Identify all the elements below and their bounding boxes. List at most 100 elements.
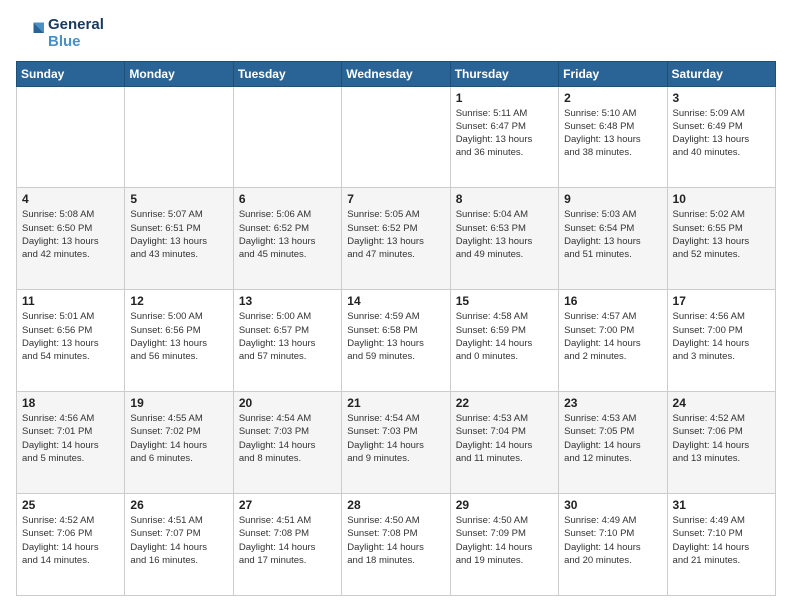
day-detail: Sunrise: 4:50 AM Sunset: 7:09 PM Dayligh… xyxy=(456,514,553,567)
day-number: 16 xyxy=(564,294,661,308)
day-cell-14: 14 Sunrise: 4:59 AM Sunset: 6:58 PM Dayli… xyxy=(342,290,450,392)
day-number: 27 xyxy=(239,498,336,512)
day-detail: Sunrise: 4:52 AM Sunset: 7:06 PM Dayligh… xyxy=(22,514,119,567)
day-detail: Sunrise: 4:56 AM Sunset: 7:00 PM Dayligh… xyxy=(673,310,770,363)
logo-text: General Blue xyxy=(48,16,104,51)
day-detail: Sunrise: 5:05 AM Sunset: 6:52 PM Dayligh… xyxy=(347,208,444,261)
empty-cell xyxy=(233,86,341,188)
day-cell-15: 15 Sunrise: 4:58 AM Sunset: 6:59 PM Dayli… xyxy=(450,290,558,392)
day-number: 7 xyxy=(347,192,444,206)
day-cell-19: 19 Sunrise: 4:55 AM Sunset: 7:02 PM Dayli… xyxy=(125,392,233,494)
day-detail: Sunrise: 4:49 AM Sunset: 7:10 PM Dayligh… xyxy=(564,514,661,567)
logo: General Blue xyxy=(16,16,104,51)
day-cell-28: 28 Sunrise: 4:50 AM Sunset: 7:08 PM Dayli… xyxy=(342,494,450,596)
day-number: 2 xyxy=(564,91,661,105)
day-number: 30 xyxy=(564,498,661,512)
day-number: 21 xyxy=(347,396,444,410)
day-number: 26 xyxy=(130,498,227,512)
day-number: 1 xyxy=(456,91,553,105)
day-detail: Sunrise: 4:52 AM Sunset: 7:06 PM Dayligh… xyxy=(673,412,770,465)
empty-cell xyxy=(342,86,450,188)
day-cell-29: 29 Sunrise: 4:50 AM Sunset: 7:09 PM Dayli… xyxy=(450,494,558,596)
day-detail: Sunrise: 5:07 AM Sunset: 6:51 PM Dayligh… xyxy=(130,208,227,261)
day-detail: Sunrise: 4:54 AM Sunset: 7:03 PM Dayligh… xyxy=(347,412,444,465)
day-number: 22 xyxy=(456,396,553,410)
week-row-5: 25 Sunrise: 4:52 AM Sunset: 7:06 PM Dayli… xyxy=(17,494,776,596)
day-cell-31: 31 Sunrise: 4:49 AM Sunset: 7:10 PM Dayli… xyxy=(667,494,775,596)
day-number: 25 xyxy=(22,498,119,512)
weekday-header-wednesday: Wednesday xyxy=(342,61,450,86)
day-cell-18: 18Sunrise: 4:56 AM Sunset: 7:01 PM Dayli… xyxy=(17,392,125,494)
day-number: 15 xyxy=(456,294,553,308)
day-detail: Sunrise: 5:01 AM Sunset: 6:56 PM Dayligh… xyxy=(22,310,119,363)
day-cell-2: 2Sunrise: 5:10 AM Sunset: 6:48 PM Daylig… xyxy=(559,86,667,188)
header: General Blue xyxy=(16,16,776,51)
day-cell-3: 3 Sunrise: 5:09 AM Sunset: 6:49 PM Daylig… xyxy=(667,86,775,188)
day-cell-6: 6Sunrise: 5:06 AM Sunset: 6:52 PM Daylig… xyxy=(233,188,341,290)
day-number: 9 xyxy=(564,192,661,206)
day-number: 29 xyxy=(456,498,553,512)
day-cell-20: 20 Sunrise: 4:54 AM Sunset: 7:03 PM Dayli… xyxy=(233,392,341,494)
day-number: 6 xyxy=(239,192,336,206)
day-number: 12 xyxy=(130,294,227,308)
day-detail: Sunrise: 4:57 AM Sunset: 7:00 PM Dayligh… xyxy=(564,310,661,363)
day-detail: Sunrise: 5:00 AM Sunset: 6:56 PM Dayligh… xyxy=(130,310,227,363)
day-cell-17: 17 Sunrise: 4:56 AM Sunset: 7:00 PM Dayli… xyxy=(667,290,775,392)
day-number: 28 xyxy=(347,498,444,512)
day-number: 13 xyxy=(239,294,336,308)
weekday-header-friday: Friday xyxy=(559,61,667,86)
day-cell-10: 10 Sunrise: 5:02 AM Sunset: 6:55 PM Dayli… xyxy=(667,188,775,290)
day-cell-1: 1 Sunrise: 5:11 AM Sunset: 6:47 PM Daylig… xyxy=(450,86,558,188)
day-detail: Sunrise: 5:03 AM Sunset: 6:54 PM Dayligh… xyxy=(564,208,661,261)
day-detail: Sunrise: 4:56 AM Sunset: 7:01 PM Dayligh… xyxy=(22,412,119,465)
day-detail: Sunrise: 5:08 AM Sunset: 6:50 PM Dayligh… xyxy=(22,208,119,261)
day-number: 3 xyxy=(673,91,770,105)
day-detail: Sunrise: 4:49 AM Sunset: 7:10 PM Dayligh… xyxy=(673,514,770,567)
day-detail: Sunrise: 5:11 AM Sunset: 6:47 PM Dayligh… xyxy=(456,107,553,160)
day-number: 19 xyxy=(130,396,227,410)
day-cell-21: 21 Sunrise: 4:54 AM Sunset: 7:03 PM Dayli… xyxy=(342,392,450,494)
day-cell-7: 7 Sunrise: 5:05 AM Sunset: 6:52 PM Daylig… xyxy=(342,188,450,290)
day-detail: Sunrise: 4:53 AM Sunset: 7:05 PM Dayligh… xyxy=(564,412,661,465)
week-row-3: 11Sunrise: 5:01 AM Sunset: 6:56 PM Dayli… xyxy=(17,290,776,392)
day-detail: Sunrise: 5:09 AM Sunset: 6:49 PM Dayligh… xyxy=(673,107,770,160)
empty-cell xyxy=(17,86,125,188)
day-detail: Sunrise: 4:50 AM Sunset: 7:08 PM Dayligh… xyxy=(347,514,444,567)
day-detail: Sunrise: 5:02 AM Sunset: 6:55 PM Dayligh… xyxy=(673,208,770,261)
day-detail: Sunrise: 4:58 AM Sunset: 6:59 PM Dayligh… xyxy=(456,310,553,363)
day-number: 31 xyxy=(673,498,770,512)
day-cell-9: 9 Sunrise: 5:03 AM Sunset: 6:54 PM Daylig… xyxy=(559,188,667,290)
weekday-header-saturday: Saturday xyxy=(667,61,775,86)
day-cell-30: 30 Sunrise: 4:49 AM Sunset: 7:10 PM Dayli… xyxy=(559,494,667,596)
day-number: 5 xyxy=(130,192,227,206)
weekday-header-sunday: Sunday xyxy=(17,61,125,86)
day-cell-13: 13Sunrise: 5:00 AM Sunset: 6:57 PM Dayli… xyxy=(233,290,341,392)
day-detail: Sunrise: 4:51 AM Sunset: 7:07 PM Dayligh… xyxy=(130,514,227,567)
day-cell-27: 27 Sunrise: 4:51 AM Sunset: 7:08 PM Dayli… xyxy=(233,494,341,596)
day-cell-16: 16 Sunrise: 4:57 AM Sunset: 7:00 PM Dayli… xyxy=(559,290,667,392)
day-cell-25: 25 Sunrise: 4:52 AM Sunset: 7:06 PM Dayli… xyxy=(17,494,125,596)
weekday-header-row: SundayMondayTuesdayWednesdayThursdayFrid… xyxy=(17,61,776,86)
day-cell-4: 4Sunrise: 5:08 AM Sunset: 6:50 PM Daylig… xyxy=(17,188,125,290)
day-number: 8 xyxy=(456,192,553,206)
day-cell-26: 26 Sunrise: 4:51 AM Sunset: 7:07 PM Dayli… xyxy=(125,494,233,596)
calendar-table: SundayMondayTuesdayWednesdayThursdayFrid… xyxy=(16,61,776,597)
day-detail: Sunrise: 4:55 AM Sunset: 7:02 PM Dayligh… xyxy=(130,412,227,465)
day-number: 10 xyxy=(673,192,770,206)
day-detail: Sunrise: 5:04 AM Sunset: 6:53 PM Dayligh… xyxy=(456,208,553,261)
logo-icon xyxy=(16,19,44,47)
day-cell-11: 11Sunrise: 5:01 AM Sunset: 6:56 PM Dayli… xyxy=(17,290,125,392)
day-detail: Sunrise: 4:54 AM Sunset: 7:03 PM Dayligh… xyxy=(239,412,336,465)
day-cell-22: 22Sunrise: 4:53 AM Sunset: 7:04 PM Dayli… xyxy=(450,392,558,494)
day-detail: Sunrise: 4:59 AM Sunset: 6:58 PM Dayligh… xyxy=(347,310,444,363)
empty-cell xyxy=(125,86,233,188)
day-number: 17 xyxy=(673,294,770,308)
day-detail: Sunrise: 4:51 AM Sunset: 7:08 PM Dayligh… xyxy=(239,514,336,567)
day-number: 20 xyxy=(239,396,336,410)
day-number: 23 xyxy=(564,396,661,410)
day-number: 14 xyxy=(347,294,444,308)
weekday-header-monday: Monday xyxy=(125,61,233,86)
calendar-page: General Blue SundayMondayTuesdayWednesda… xyxy=(0,0,792,612)
week-row-4: 18Sunrise: 4:56 AM Sunset: 7:01 PM Dayli… xyxy=(17,392,776,494)
week-row-2: 4Sunrise: 5:08 AM Sunset: 6:50 PM Daylig… xyxy=(17,188,776,290)
